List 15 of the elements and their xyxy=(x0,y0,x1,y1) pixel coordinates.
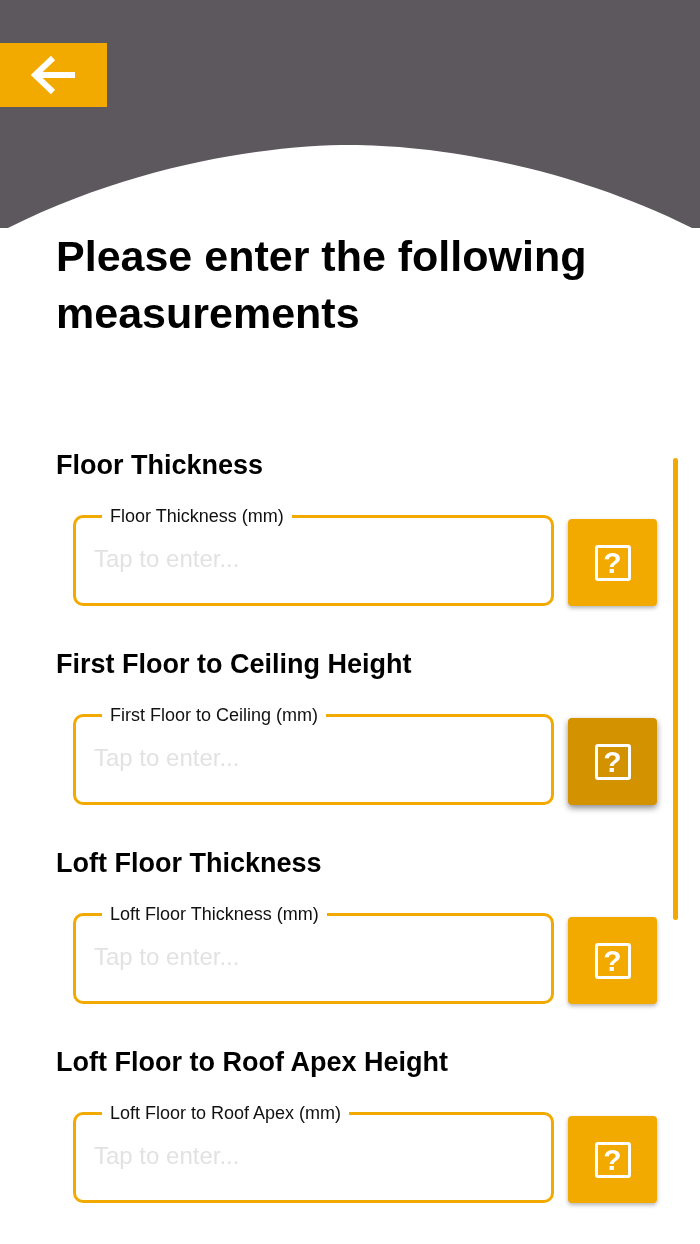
help-icon: ? xyxy=(594,942,631,979)
back-arrow-icon xyxy=(30,55,77,95)
section-heading: Loft Floor Thickness xyxy=(56,847,323,880)
section-heading: Floor Thickness xyxy=(56,449,265,482)
field-label: Loft Floor Thickness (mm) xyxy=(109,904,320,924)
page-title: Please enter the following measurements xyxy=(55,231,588,339)
back-button[interactable] xyxy=(0,43,107,107)
help-icon: ? xyxy=(594,743,631,780)
field-label: Loft Floor to Roof Apex (mm) xyxy=(109,1103,343,1123)
field-label: Floor Thickness (mm) xyxy=(109,506,285,526)
help-icon: ? xyxy=(594,544,631,581)
help-icon: ? xyxy=(594,1141,631,1178)
section-heading: First Floor to Ceiling Height xyxy=(56,648,413,681)
section-heading: Loft Floor to Roof Apex Height xyxy=(56,1046,449,1079)
field-label: First Floor to Ceiling (mm) xyxy=(109,705,320,725)
